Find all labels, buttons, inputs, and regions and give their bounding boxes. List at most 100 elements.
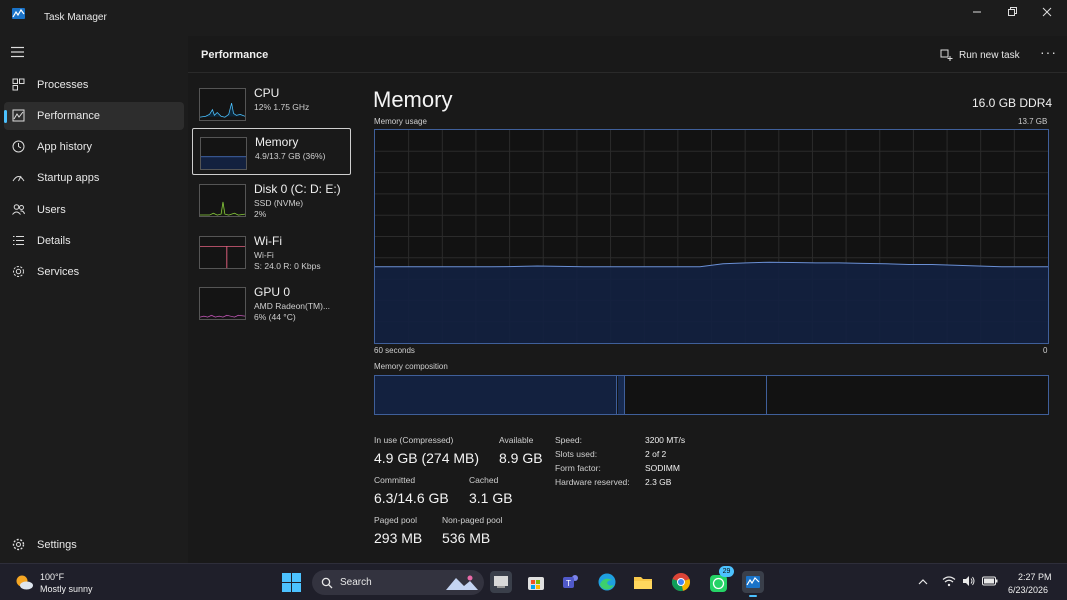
battery-icon[interactable] <box>982 576 998 586</box>
memory-title: Memory <box>373 87 453 112</box>
memory-usage-graph <box>374 129 1049 344</box>
memory-usage-chart <box>375 130 1048 343</box>
sidebar-item-services[interactable]: Services <box>4 258 184 286</box>
microsoft-store-icon <box>528 577 544 590</box>
memory-usage-label: Memory usage <box>374 117 427 126</box>
sidebar-item-processes[interactable]: Processes <box>4 71 184 99</box>
cached-label: Cached <box>469 475 499 485</box>
sidebar-item-settings[interactable]: Settings <box>4 531 184 559</box>
taskbar-app-file-explorer[interactable] <box>632 571 654 593</box>
app-history-icon <box>12 140 25 153</box>
weather-temperature: 100°F <box>40 572 65 582</box>
volume-icon[interactable] <box>962 575 976 587</box>
taskbar-app-teams[interactable]: T <box>560 571 582 593</box>
taskbar-search-box[interactable]: Search <box>312 570 484 595</box>
clock-time[interactable]: 2:27 PM <box>1018 572 1052 582</box>
task-manager-icon <box>12 8 25 19</box>
taskbar-app-store[interactable] <box>525 571 547 593</box>
selection-indicator <box>4 110 7 123</box>
notification-badge: 29 <box>719 566 734 577</box>
sidebar-item-users[interactable]: Users <box>4 196 184 224</box>
graph-time-left: 60 seconds <box>374 346 415 355</box>
hardware-reserved-label: Hardware reserved: <box>555 477 630 487</box>
graph-time-right: 0 <box>1043 346 1048 355</box>
gpu-thumbnail-graph <box>199 287 246 320</box>
taskbar-app-whatsapp[interactable]: 29 <box>708 566 734 593</box>
device-usage: 6% (44 °C) <box>254 312 296 322</box>
memory-composition-bar <box>374 375 1049 415</box>
services-icon <box>13 266 24 277</box>
sidebar-item-label: Details <box>37 235 71 247</box>
committed-label: Committed <box>374 475 416 485</box>
svg-text:T: T <box>566 579 571 588</box>
sidebar-item-startup-apps[interactable]: Startup apps <box>4 164 184 192</box>
taskbar-app-edge[interactable] <box>596 571 618 593</box>
settings-label: Settings <box>37 539 77 551</box>
close-button[interactable] <box>1030 0 1064 24</box>
paged-pool-label: Paged pool <box>374 515 418 525</box>
speed-value: 3200 MT/s <box>645 435 686 445</box>
taskbar-app-task-manager[interactable] <box>742 571 764 597</box>
run-new-task-button[interactable]: Run new task <box>940 46 1020 64</box>
hardware-reserved-value: 2.3 GB <box>645 477 672 487</box>
non-paged-pool-label: Non-paged pool <box>442 515 503 525</box>
minimize-button[interactable] <box>960 0 994 24</box>
device-wifi[interactable]: Wi-Fi Wi-Fi S: 24.0 R: 0 Kbps <box>192 228 351 275</box>
committed-value: 6.3/14.6 GB <box>374 490 449 506</box>
device-memory[interactable]: Memory 4.9/13.7 GB (36%) <box>192 128 351 175</box>
cpu-thumbnail-graph <box>199 88 246 121</box>
more-options-button[interactable]: ··· <box>1040 44 1057 60</box>
sidebar-item-label: Performance <box>37 110 100 122</box>
device-detail: 12% 1.75 GHz <box>254 102 310 112</box>
hamburger-menu-icon[interactable] <box>11 46 25 58</box>
sidebar-item-details[interactable]: Details <box>4 227 184 255</box>
non-paged-pool-value: 536 MB <box>442 530 491 546</box>
restore-icon <box>1008 7 1017 16</box>
device-name: Wi-Fi <box>254 234 282 248</box>
device-name: Memory <box>255 135 299 149</box>
in-use-label: In use (Compressed) <box>374 435 454 445</box>
device-usage: 2% <box>254 209 267 219</box>
memory-total: 16.0 GB DDR4 <box>972 96 1053 110</box>
maximize-button[interactable] <box>995 0 1029 24</box>
device-cpu[interactable]: CPU 12% 1.75 GHz <box>192 80 351 127</box>
device-throughput: S: 24.0 R: 0 Kbps <box>254 261 321 271</box>
device-detail: Wi-Fi <box>254 250 274 260</box>
wifi-icon[interactable] <box>942 575 956 587</box>
memory-thumbnail-graph <box>200 137 247 170</box>
search-highlight-icon <box>446 575 478 590</box>
clock-date[interactable]: 6/23/2026 <box>1008 585 1048 595</box>
close-icon <box>1042 7 1052 17</box>
window-title: Task Manager <box>44 12 107 23</box>
weather-description: Mostly sunny <box>40 584 93 594</box>
speed-label: Speed: <box>555 435 582 445</box>
taskbar-app-chrome[interactable] <box>670 571 692 593</box>
settings-gear-icon <box>12 538 25 551</box>
weather-sun-icon[interactable] <box>14 573 34 591</box>
sidebar-item-app-history[interactable]: App history <box>4 133 184 161</box>
taskbar-app-task-view[interactable] <box>490 571 512 593</box>
minimize-icon <box>973 11 981 13</box>
composition-in-use <box>375 376 617 414</box>
windows-start-icon[interactable] <box>282 573 301 592</box>
run-new-task-label: Run new task <box>959 49 1020 61</box>
wifi-thumbnail-graph <box>199 236 246 269</box>
memory-usage-max: 13.7 GB <box>1018 117 1048 126</box>
run-task-icon <box>940 49 953 61</box>
composition-standby <box>626 376 767 414</box>
slots-used-value: 2 of 2 <box>645 449 667 459</box>
slots-used-label: Slots used: <box>555 449 598 459</box>
sidebar-item-label: Users <box>37 204 66 216</box>
device-name: GPU 0 <box>254 285 291 299</box>
device-detail: 4.9/13.7 GB (36%) <box>255 151 326 161</box>
file-explorer-icon <box>634 577 652 589</box>
device-gpu[interactable]: GPU 0 AMD Radeon(TM)... 6% (44 °C) <box>192 279 351 326</box>
chevron-up-icon[interactable] <box>918 577 928 587</box>
active-app-indicator <box>749 595 757 597</box>
memory-composition-label: Memory composition <box>374 362 448 371</box>
in-use-value: 4.9 GB (274 MB) <box>374 450 480 466</box>
details-icon <box>13 236 24 245</box>
device-disk[interactable]: Disk 0 (C: D: E:) SSD (NVMe) 2% <box>192 176 351 223</box>
sidebar-item-label: Services <box>37 266 80 278</box>
sidebar-item-performance[interactable]: Performance <box>4 102 184 130</box>
